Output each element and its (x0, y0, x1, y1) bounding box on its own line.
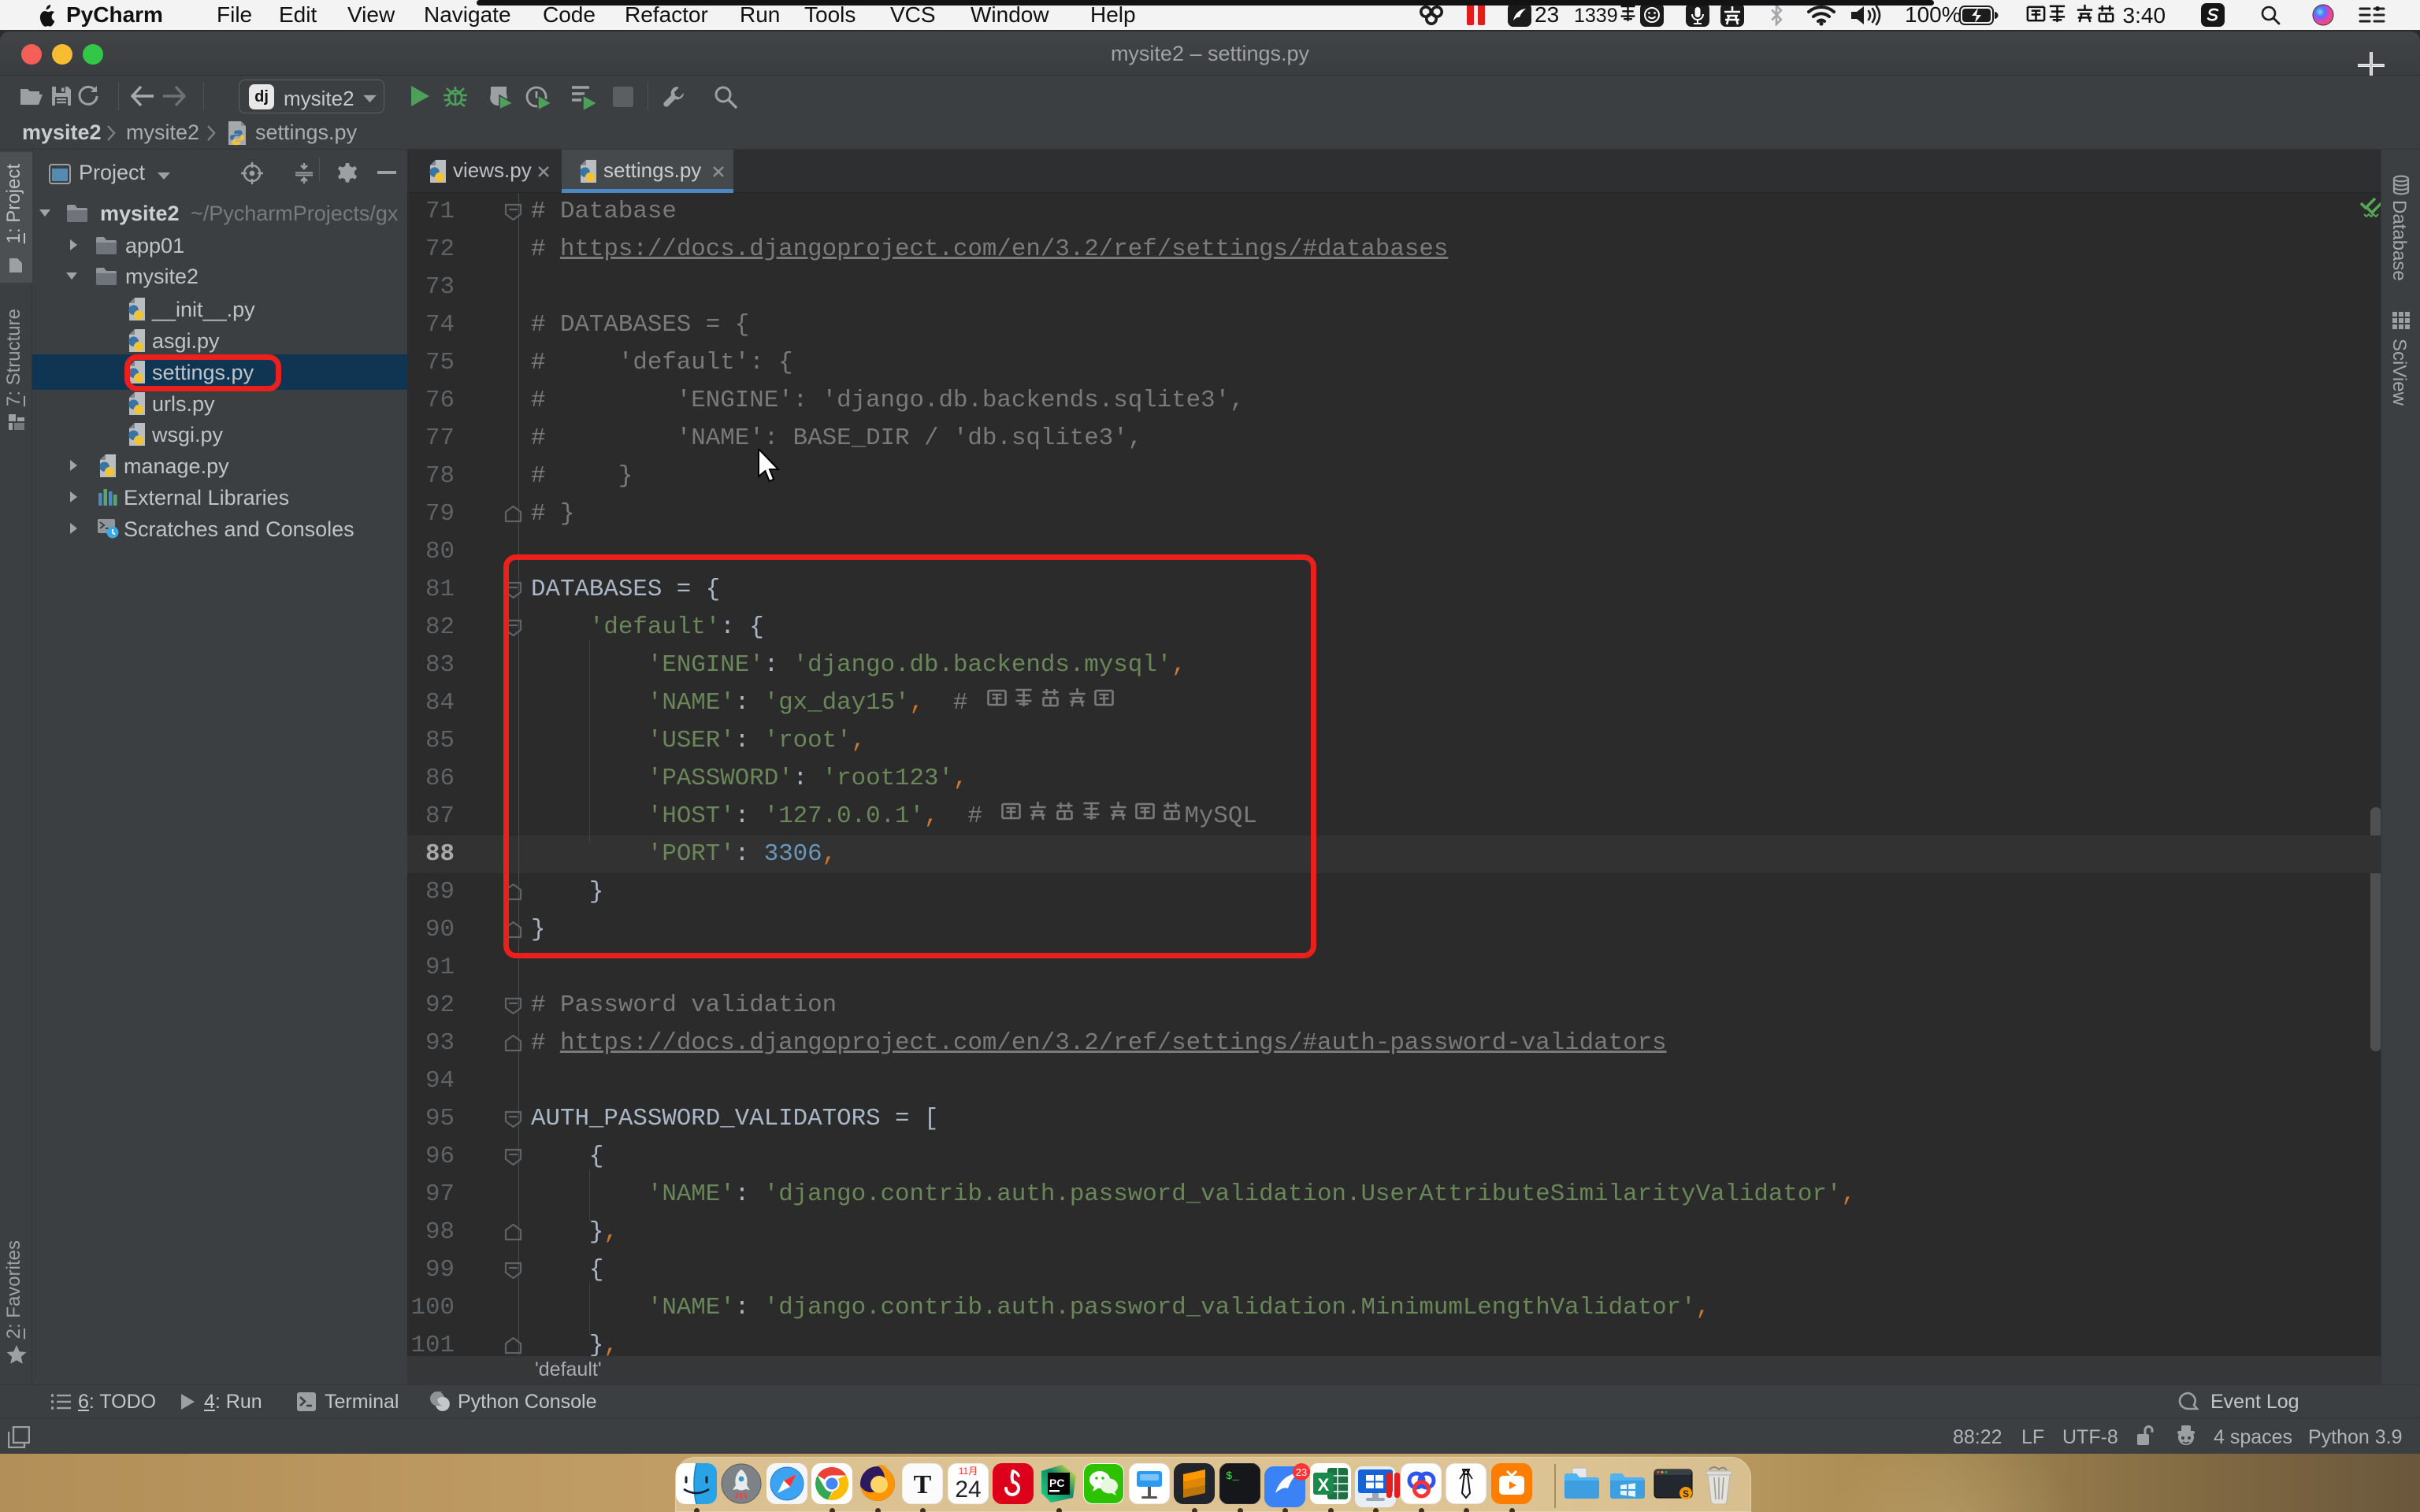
svg-text:24: 24 (955, 1477, 981, 1503)
svg-text:23: 23 (1296, 1466, 1307, 1478)
svg-text:X: X (1318, 1475, 1330, 1495)
svg-text:T: T (914, 1470, 932, 1499)
svg-text:$_: $_ (1226, 1470, 1239, 1483)
svg-text:S: S (1683, 1488, 1689, 1499)
svg-text:11月: 11月 (959, 1466, 978, 1477)
svg-text:PC: PC (1049, 1477, 1064, 1489)
